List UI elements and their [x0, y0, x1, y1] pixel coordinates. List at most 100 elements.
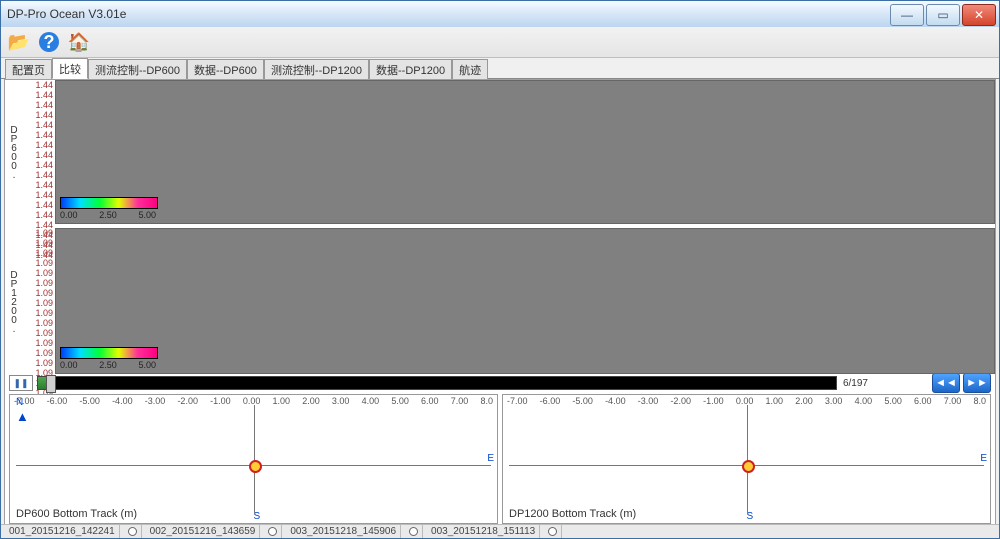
panel-dp600: DP600. 1.441.441.441.441.441.441.441.441…: [5, 80, 995, 224]
playback-slider[interactable]: [37, 376, 837, 390]
colorbar-max: 5.00: [138, 360, 156, 370]
x-tick: -6.00: [47, 396, 68, 406]
colorbar-min: 0.00: [60, 360, 78, 370]
tab-5[interactable]: 数据--DP1200: [369, 59, 452, 79]
y-tick: 1.44: [35, 210, 53, 220]
maximize-button[interactable]: ▭: [926, 4, 960, 26]
status-text: 002_20151216_143659: [150, 526, 256, 537]
pause-icon: ❚❚: [13, 378, 28, 389]
heatmap-dp1200[interactable]: 0.00 2.50 5.00: [55, 228, 995, 374]
app-window: DP-Pro Ocean V3.01e ― ▭ ✕ 📂 ? 🏠 配置页比较测流控…: [0, 0, 1000, 539]
playback-bar: ❚❚ 6/197 ◄◄ ►►: [5, 374, 995, 392]
panel-label-dp600: DP600.: [5, 80, 23, 224]
y-tick: 1.44: [35, 190, 53, 200]
pause-button[interactable]: ❚❚: [9, 375, 33, 391]
track-dp600[interactable]: -7.00-6.00-5.00-4.00-3.00-2.00-1.000.001…: [9, 394, 498, 524]
compass-e: E: [980, 453, 987, 464]
colorbar-gradient-icon: [60, 347, 158, 359]
x-tick: 1.00: [273, 396, 291, 406]
x-tick: 7.00: [944, 396, 962, 406]
tab-strip: 配置页比较测流控制--DP600数据--DP600测流控制--DP1200数据-…: [1, 58, 999, 79]
y-tick: 1.09: [35, 278, 53, 288]
y-tick: 1.44: [35, 130, 53, 140]
y-tick: 1.09: [35, 338, 53, 348]
position-marker: [742, 460, 755, 473]
status-indicator-icon: [128, 527, 137, 536]
x-tick: -7.00: [507, 396, 528, 406]
panel-dp1200: DP1200. 1.091.091.091.091.091.091.091.09…: [5, 228, 995, 374]
status-cell: 001_20151216_142241: [5, 525, 120, 538]
y-tick: 1.44: [35, 140, 53, 150]
x-tick: 5.00: [391, 396, 409, 406]
tab-4[interactable]: 测流控制--DP1200: [264, 59, 369, 79]
x-tick: -1.00: [210, 396, 231, 406]
tab-0[interactable]: 配置页: [5, 59, 52, 79]
colorbar-dp600: 0.00 2.50 5.00: [60, 197, 158, 220]
slider-thumb[interactable]: [46, 375, 56, 393]
x-tick: -6.00: [540, 396, 561, 406]
close-icon: ✕: [974, 8, 984, 22]
home-icon: 🏠: [68, 32, 90, 53]
tab-3[interactable]: 数据--DP600: [187, 59, 264, 79]
status-cell: [264, 525, 282, 538]
y-tick: 1.09: [35, 328, 53, 338]
y-tick: 1.09: [35, 238, 53, 248]
status-cell: [405, 525, 423, 538]
status-indicator-icon: [409, 527, 418, 536]
x-tick: 1.00: [766, 396, 784, 406]
forward-button[interactable]: ►►: [963, 373, 991, 393]
compass-n: N: [16, 397, 23, 408]
x-tick: -5.00: [79, 396, 100, 406]
content-area: DP600. 1.441.441.441.441.441.441.441.441…: [4, 79, 996, 525]
track-dp1200[interactable]: -7.00-6.00-5.00-4.00-3.00-2.00-1.000.001…: [502, 394, 991, 524]
rewind-icon: ◄◄: [935, 377, 957, 389]
y-tick: 1.44: [35, 200, 53, 210]
heatmap-dp600[interactable]: 0.00 2.50 5.00: [55, 80, 995, 224]
y-axis-dp600: 1.441.441.441.441.441.441.441.441.441.44…: [23, 80, 55, 224]
y-tick: 1.09: [35, 248, 53, 258]
close-button[interactable]: ✕: [962, 4, 996, 26]
status-cell: [544, 525, 562, 538]
window-controls: ― ▭ ✕: [888, 4, 996, 24]
colorbar-min: 0.00: [60, 210, 78, 220]
y-axis-dp1200: 1.091.091.091.091.091.091.091.091.091.09…: [23, 228, 55, 374]
x-tick: 7.00: [451, 396, 469, 406]
colorbar-mid: 2.50: [99, 360, 117, 370]
x-tick: 0.00: [243, 396, 261, 406]
folder-icon: 📂: [8, 32, 30, 53]
x-tick: 8.0: [480, 396, 493, 406]
forward-icon: ►►: [966, 377, 988, 389]
y-tick: 1.09: [35, 258, 53, 268]
y-tick: 1.09: [35, 288, 53, 298]
playback-nav: ◄◄ ►►: [932, 373, 991, 393]
tab-2[interactable]: 测流控制--DP600: [88, 59, 187, 79]
help-button[interactable]: ?: [37, 30, 61, 54]
tab-6[interactable]: 航迹: [452, 59, 488, 79]
y-tick: 1.44: [35, 100, 53, 110]
status-indicator-icon: [548, 527, 557, 536]
x-tick: -4.00: [605, 396, 626, 406]
minimize-button[interactable]: ―: [890, 4, 924, 26]
compass-s: S: [254, 511, 261, 522]
open-folder-button[interactable]: 📂: [7, 30, 31, 54]
x-tick: -3.00: [638, 396, 659, 406]
y-tick: 1.09: [35, 268, 53, 278]
status-cell: 003_20151218_145906: [286, 525, 401, 538]
x-tick: 5.00: [884, 396, 902, 406]
y-tick: 1.44: [35, 80, 53, 90]
y-tick: 1.44: [35, 110, 53, 120]
y-tick: 1.44: [35, 170, 53, 180]
colorbar-max: 5.00: [138, 210, 156, 220]
x-tick: -2.00: [177, 396, 198, 406]
status-cell: 002_20151216_143659: [146, 525, 261, 538]
x-tick: -5.00: [572, 396, 593, 406]
x-tick: -1.00: [703, 396, 724, 406]
maximize-icon: ▭: [937, 8, 948, 22]
tab-1[interactable]: 比较: [52, 58, 88, 79]
home-button[interactable]: 🏠: [67, 30, 91, 54]
track-caption: DP1200 Bottom Track (m): [509, 508, 636, 520]
track-caption: DP600 Bottom Track (m): [16, 508, 137, 520]
y-tick: 1.09: [35, 318, 53, 328]
rewind-button[interactable]: ◄◄: [932, 373, 960, 393]
colorbar-gradient-icon: [60, 197, 158, 209]
